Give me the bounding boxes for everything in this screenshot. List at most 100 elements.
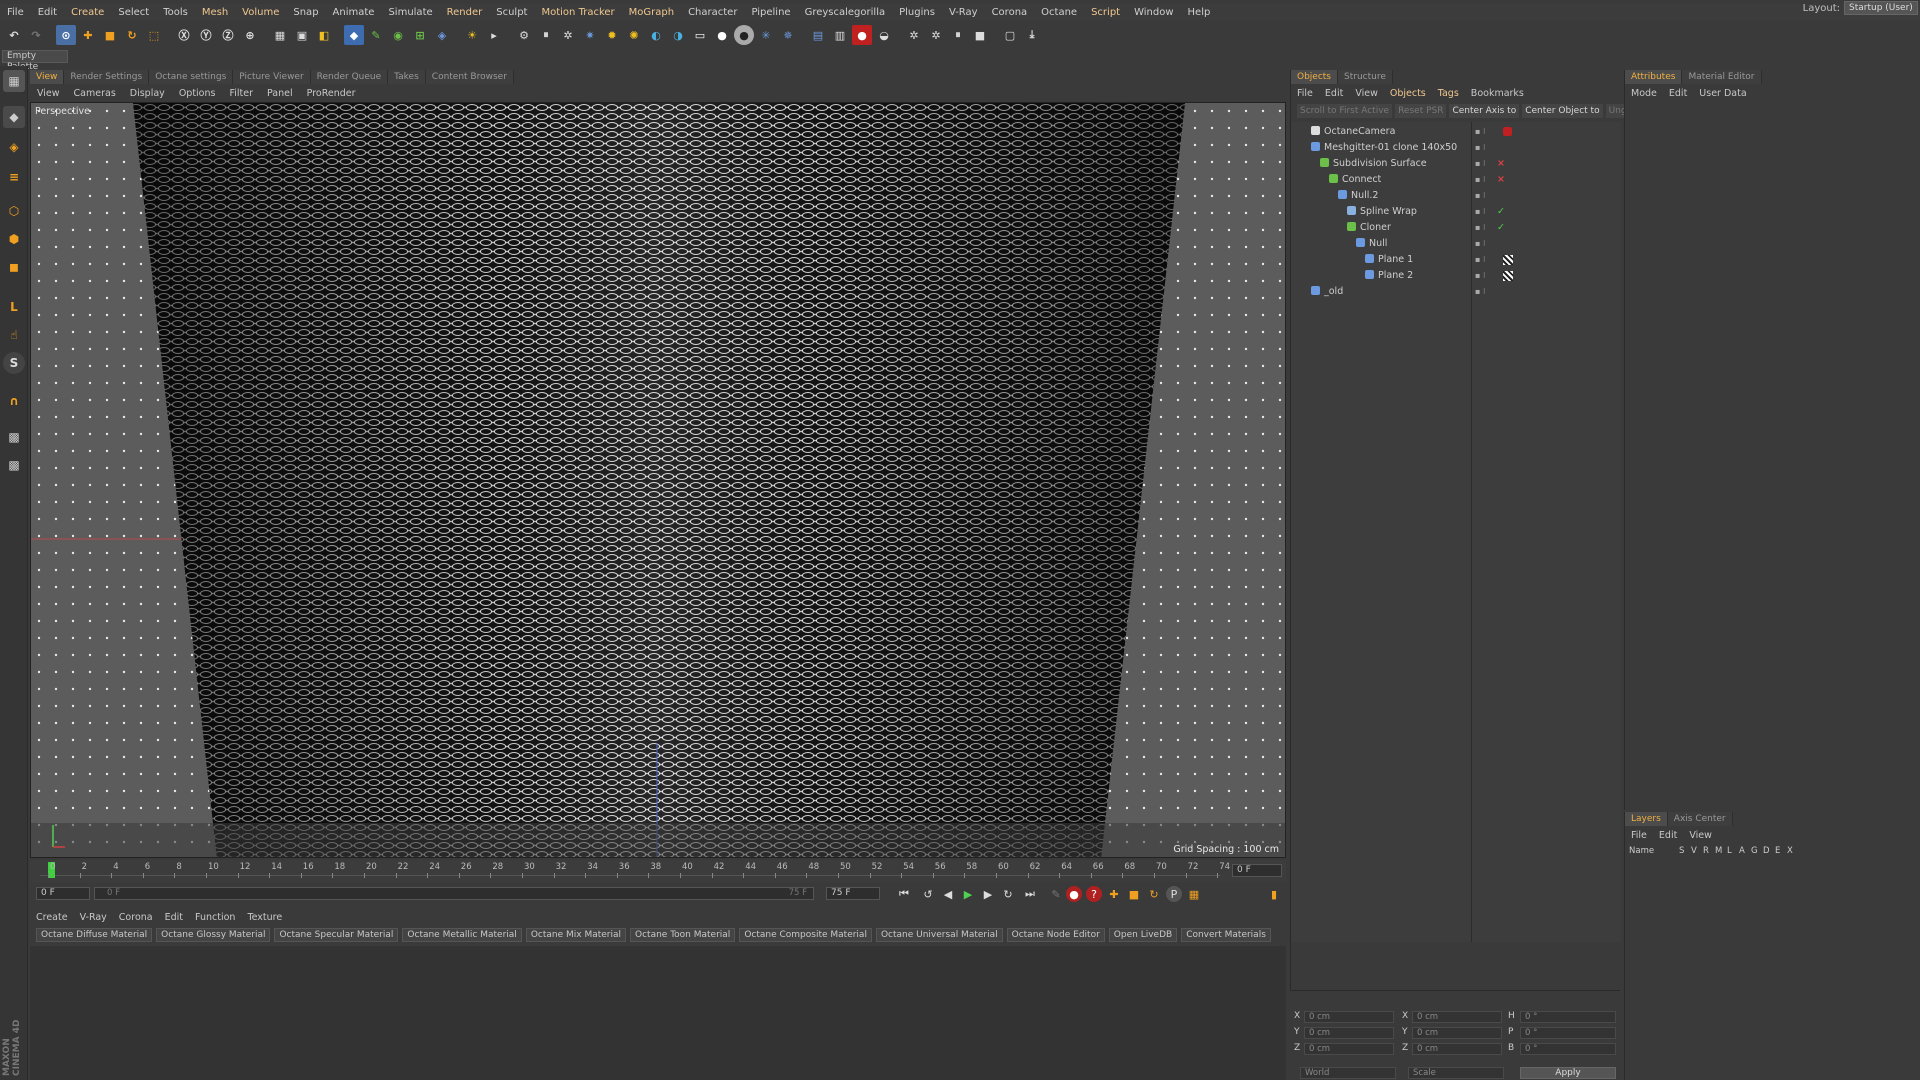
material-button-octane-specular-material[interactable]: Octane Specular Material (274, 928, 399, 942)
coord-field[interactable]: 0 cm (1304, 1027, 1394, 1039)
layout-lock-icon[interactable]: ▢ (1000, 25, 1020, 45)
objects-menu-objects[interactable]: Objects (1384, 88, 1432, 99)
start-frame-field[interactable]: 0 F (36, 887, 90, 900)
object-visibility-icon[interactable]: ▪ ⁝ (1475, 252, 1486, 268)
coord-field[interactable]: 0 cm (1412, 1043, 1502, 1055)
objects-menu-view[interactable]: View (1349, 88, 1384, 99)
viewport-menu-cameras[interactable]: Cameras (67, 88, 123, 99)
end-frame-field[interactable]: 75 F (826, 887, 880, 900)
tab-render-queue[interactable]: Render Queue (310, 70, 389, 84)
axis-mode-icon[interactable]: L (3, 296, 25, 318)
object-visibility-icon[interactable]: ▪ ⁝ (1475, 140, 1486, 156)
tab-content-browser[interactable]: Content Browser (425, 70, 514, 84)
render-region-icon[interactable]: ▦ (270, 25, 290, 45)
scale-dropdown[interactable]: Scale (1408, 1067, 1504, 1079)
hdri-icon[interactable]: ◑ (668, 25, 688, 45)
objects-menu-edit[interactable]: Edit (1319, 88, 1349, 99)
volume-icon[interactable]: ✳ (756, 25, 776, 45)
material-menu-v-ray[interactable]: V-Ray (74, 912, 113, 923)
menu-edit[interactable]: Edit (31, 7, 64, 18)
objects-toolbar-center-object-to[interactable]: Center Object to (1522, 104, 1603, 118)
attributes-menu-mode[interactable]: Mode (1625, 88, 1663, 99)
autokey-icon[interactable]: ? (1086, 886, 1102, 902)
snap-icon[interactable]: S (3, 352, 25, 374)
menu-simulate[interactable]: Simulate (381, 7, 439, 18)
redo-icon[interactable]: ↷ (26, 25, 46, 45)
world-dropdown[interactable]: World (1300, 1067, 1396, 1079)
menu-render[interactable]: Render (440, 7, 490, 18)
coord-field[interactable]: 0 ° (1520, 1011, 1616, 1023)
object-visibility-icon[interactable]: ▪ ⁝ (1475, 236, 1486, 252)
floor-grid-icon[interactable]: ▩ (3, 426, 25, 448)
material-menu-create[interactable]: Create (30, 912, 74, 923)
array-icon[interactable]: ⊞ (410, 25, 430, 45)
empty-palette[interactable]: Empty Palette (2, 50, 68, 72)
render-view-icon[interactable]: ▣ (292, 25, 312, 45)
object-visibility-icon[interactable]: ▪ ⁝ (1475, 124, 1486, 140)
menu-create[interactable]: Create (64, 7, 111, 18)
tab-material-editor[interactable]: Material Editor (1682, 70, 1762, 84)
x-axis-icon[interactable]: Ⓧ (174, 25, 194, 45)
selection-tool-icon[interactable]: ⬚ (144, 25, 164, 45)
coord-field[interactable]: 0 cm (1412, 1011, 1502, 1023)
preview-range-slider[interactable]: 0 F 75 F (94, 887, 814, 900)
play-icon[interactable]: ▶ (960, 886, 976, 902)
deformer-icon[interactable]: ◈ (432, 25, 452, 45)
viewport-menu-options[interactable]: Options (172, 88, 223, 99)
object-row[interactable]: OctaneCamera ▪ ⁝ (1291, 124, 1621, 140)
menu-snap[interactable]: Snap (286, 7, 325, 18)
objects-toolbar-scroll-to-first-active[interactable]: Scroll to First Active (1297, 104, 1393, 118)
go-to-end-icon[interactable]: ⏭ (1022, 886, 1038, 902)
object-row[interactable]: Null.2 ▪ ⁝ (1291, 188, 1621, 204)
pause-icon[interactable]: ⏸ (536, 25, 556, 45)
attributes-menu-edit[interactable]: Edit (1663, 88, 1693, 99)
tab-layers[interactable]: Layers (1625, 812, 1668, 826)
disabled-x-icon[interactable]: × (1497, 156, 1505, 172)
menu-animate[interactable]: Animate (326, 7, 382, 18)
rotate-icon[interactable]: ↻ (122, 25, 142, 45)
tab-render-settings[interactable]: Render Settings (64, 70, 150, 84)
tab-takes[interactable]: Takes (388, 70, 426, 84)
viewport-menu-panel[interactable]: Panel (260, 88, 300, 99)
points-mode-icon[interactable]: ⬡ (3, 200, 25, 222)
octane-settings-icon[interactable]: ⚙ (514, 25, 534, 45)
object-visibility-icon[interactable]: ▪ ⁝ (1475, 156, 1486, 172)
viewport-menu-view[interactable]: View (30, 88, 67, 99)
menu-mesh[interactable]: Mesh (195, 7, 235, 18)
object-row[interactable]: Plane 1 ▪ ⁝ (1291, 252, 1621, 268)
menu-character[interactable]: Character (681, 7, 744, 18)
record-active-icon[interactable]: ● (1066, 886, 1082, 902)
tag-icon[interactable]: ◒ (874, 25, 894, 45)
edges-mode-icon[interactable]: ⬢ (3, 228, 25, 250)
viewport-menu-prorender[interactable]: ProRender (300, 88, 363, 99)
next-frame-icon[interactable]: ▶ (980, 886, 996, 902)
object-list[interactable]: OctaneCamera ▪ ⁝ Meshgitter-01 clone 140x5… (1291, 122, 1621, 942)
timeline[interactable]: 0 2 4 6 8 10 12 14 16 18 20 22 24 26 28 30 32 34 36 38 40 42 4… (30, 860, 1286, 882)
material-tag-icon[interactable] (1503, 255, 1513, 265)
sun-icon[interactable]: ✹ (602, 25, 622, 45)
material-menu-edit[interactable]: Edit (159, 912, 189, 923)
menu-window[interactable]: Window (1127, 7, 1180, 18)
workplane-icon[interactable]: ≡ (3, 166, 25, 188)
menu-script[interactable]: Script (1084, 7, 1127, 18)
live-selection-icon[interactable]: ⊙ (56, 25, 76, 45)
object-visibility-icon[interactable]: ▪ ⁝ (1475, 188, 1486, 204)
material-button-octane-mix-material[interactable]: Octane Mix Material (525, 928, 627, 942)
magnet-icon[interactable]: ∩ (3, 390, 25, 412)
sphere-light-icon[interactable]: ● (712, 25, 732, 45)
enabled-check-icon[interactable]: ✓ (1497, 204, 1505, 220)
timeline-layout-icon[interactable]: ▮ (1266, 886, 1282, 902)
record-icon[interactable]: ● (852, 25, 872, 45)
vray-stop-icon[interactable]: ■ (970, 25, 990, 45)
vray-render-icon[interactable]: ✲ (926, 25, 946, 45)
menu-motion-tracker[interactable]: Motion Tracker (534, 7, 621, 18)
material-button-octane-node-editor[interactable]: Octane Node Editor (1006, 928, 1105, 942)
object-row[interactable]: Spline Wrap ▪ ⁝ ✓ (1291, 204, 1621, 220)
grid-icon[interactable]: ▤ (808, 25, 828, 45)
environment-icon[interactable]: ◐ (646, 25, 666, 45)
menu-greyscalegorilla[interactable]: Greyscalegorilla (798, 7, 893, 18)
next-key-icon[interactable]: ↻ (1000, 886, 1016, 902)
material-button-octane-diffuse-material[interactable]: Octane Diffuse Material (36, 928, 153, 942)
tab-attributes[interactable]: Attributes (1625, 70, 1683, 84)
move-icon[interactable]: ✚ (78, 25, 98, 45)
